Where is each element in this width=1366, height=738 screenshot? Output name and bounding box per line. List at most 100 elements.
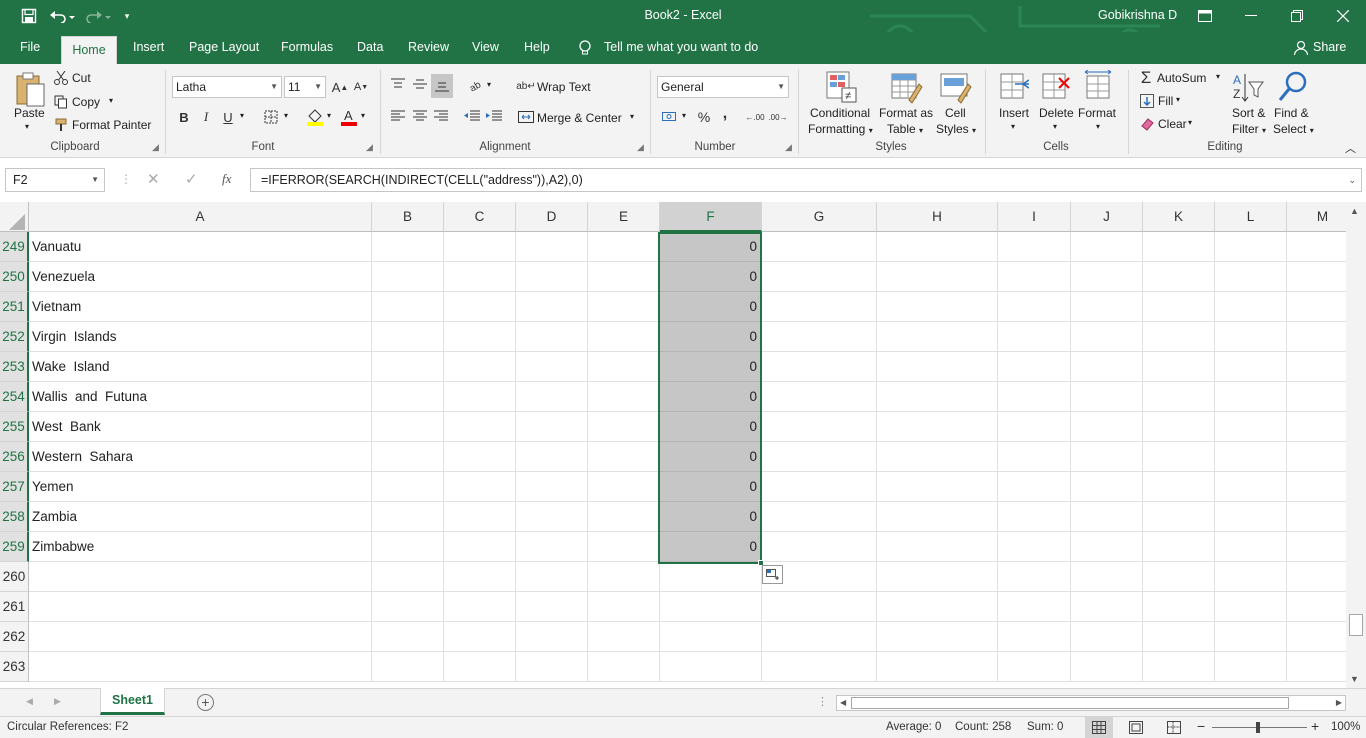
increase-decimal-icon[interactable]: ← .00 [745, 107, 765, 127]
cell-e[interactable] [588, 652, 660, 682]
format-cells-button[interactable]: Format [1078, 106, 1116, 120]
percent-button[interactable]: % [695, 107, 713, 127]
cell-b[interactable] [372, 262, 444, 292]
cell-h[interactable] [877, 232, 998, 262]
cell-m[interactable] [1287, 532, 1346, 562]
format-painter-icon[interactable] [53, 117, 69, 133]
cell-a[interactable]: Vietnam [29, 292, 372, 322]
cell-k[interactable] [1143, 592, 1215, 622]
cell-c[interactable] [444, 472, 516, 502]
ribbon-display-options-icon[interactable] [1182, 0, 1228, 32]
cell-k[interactable] [1143, 472, 1215, 502]
cell-i[interactable] [998, 562, 1071, 592]
cell-h[interactable] [877, 622, 998, 652]
cell-m[interactable] [1287, 262, 1346, 292]
cell-j[interactable] [1071, 502, 1143, 532]
cell-a[interactable] [29, 562, 372, 592]
cell-i[interactable] [998, 262, 1071, 292]
cell-f[interactable]: 0 [660, 292, 762, 322]
tab-file[interactable]: File [20, 40, 40, 54]
sheet-tab-sheet1[interactable]: Sheet1 [100, 688, 165, 715]
tab-review[interactable]: Review [408, 40, 449, 54]
cell-f[interactable]: 0 [660, 472, 762, 502]
column-header-a[interactable]: A [29, 202, 372, 232]
decrease-indent-icon[interactable] [462, 106, 482, 126]
cell-e[interactable] [588, 382, 660, 412]
new-sheet-button[interactable]: + [197, 694, 214, 711]
cell-i[interactable] [998, 322, 1071, 352]
cell-f[interactable]: 0 [660, 262, 762, 292]
cell-a[interactable]: Wallis and Futuna [29, 382, 372, 412]
borders-dropdown-icon[interactable]: ▾ [284, 111, 288, 120]
cell-c[interactable] [444, 562, 516, 592]
row-header[interactable]: 251 [0, 292, 29, 322]
delete-cells-icon[interactable] [1041, 70, 1071, 104]
cell-c[interactable] [444, 262, 516, 292]
clear-button[interactable]: Clear [1158, 117, 1187, 131]
cell-f[interactable] [660, 652, 762, 682]
cell-c[interactable] [444, 592, 516, 622]
row-header[interactable]: 256 [0, 442, 29, 472]
cell-m[interactable] [1287, 442, 1346, 472]
quick-analysis-icon[interactable] [762, 565, 783, 584]
cell-a[interactable]: Yemen [29, 472, 372, 502]
conditional-formatting-icon[interactable]: ≠ [826, 70, 858, 106]
cell-g[interactable] [762, 592, 877, 622]
cell-a[interactable]: Western Sahara [29, 442, 372, 472]
cell-k[interactable] [1143, 322, 1215, 352]
cell-h[interactable] [877, 382, 998, 412]
cell-e[interactable] [588, 292, 660, 322]
cell-j[interactable] [1071, 352, 1143, 382]
cell-h[interactable] [877, 502, 998, 532]
circular-references-status[interactable]: Circular References: F2 [7, 721, 128, 733]
cell-a[interactable] [29, 592, 372, 622]
cell-j[interactable] [1071, 592, 1143, 622]
cell-k[interactable] [1143, 622, 1215, 652]
fill-dropdown-icon[interactable]: ▾ [1176, 95, 1180, 104]
cell-l[interactable] [1215, 232, 1287, 262]
cell-g[interactable] [762, 292, 877, 322]
cell-d[interactable] [516, 622, 588, 652]
find-select-dropdown-icon[interactable]: ▾ [1310, 126, 1314, 135]
cell-i[interactable] [998, 652, 1071, 682]
cell-l[interactable] [1215, 442, 1287, 472]
row-header[interactable]: 258 [0, 502, 29, 532]
cell-i[interactable] [998, 412, 1071, 442]
column-header-i[interactable]: I [998, 202, 1071, 232]
restore-icon[interactable] [1274, 0, 1320, 32]
format-painter-button[interactable]: Format Painter [72, 118, 151, 132]
cell-e[interactable] [588, 472, 660, 502]
column-header-b[interactable]: B [372, 202, 444, 232]
borders-icon[interactable] [262, 107, 280, 127]
font-color-dropdown-icon[interactable]: ▾ [361, 111, 365, 120]
conditional-formatting-button[interactable]: Conditional [810, 106, 870, 120]
cell-c[interactable] [444, 352, 516, 382]
collapse-ribbon-icon[interactable]: ︿ [1345, 140, 1356, 156]
orientation-dropdown-icon[interactable]: ▾ [487, 80, 491, 89]
format-as-table-button[interactable]: Format as [879, 106, 933, 120]
minimize-icon[interactable] [1228, 0, 1274, 32]
bottom-align-icon[interactable] [431, 74, 453, 98]
zoom-in-button[interactable]: + [1311, 718, 1319, 734]
cell-b[interactable] [372, 652, 444, 682]
cell-m[interactable] [1287, 232, 1346, 262]
zoom-out-button[interactable]: − [1197, 718, 1205, 734]
column-header-m[interactable]: M [1287, 202, 1346, 232]
cell-l[interactable] [1215, 322, 1287, 352]
scroll-right-icon[interactable]: ▶ [1336, 698, 1342, 707]
cell-c[interactable] [444, 292, 516, 322]
cell-a[interactable]: Wake Island [29, 352, 372, 382]
decrease-font-size-icon[interactable]: A ▼ [352, 76, 370, 98]
scroll-left-icon[interactable]: ◀ [840, 698, 846, 707]
cell-h[interactable] [877, 592, 998, 622]
cell-d[interactable] [516, 592, 588, 622]
cell-j[interactable] [1071, 292, 1143, 322]
autosum-icon[interactable]: Σ [1137, 68, 1155, 88]
insert-cells-button[interactable]: Insert [999, 106, 1029, 120]
format-cells-icon[interactable] [1083, 69, 1113, 104]
scroll-up-icon[interactable]: ▲ [1350, 206, 1359, 216]
row-header[interactable]: 259 [0, 532, 29, 562]
sum-status[interactable]: Sum: 0 [1027, 721, 1063, 733]
cell-j[interactable] [1071, 532, 1143, 562]
save-icon[interactable] [18, 6, 40, 26]
